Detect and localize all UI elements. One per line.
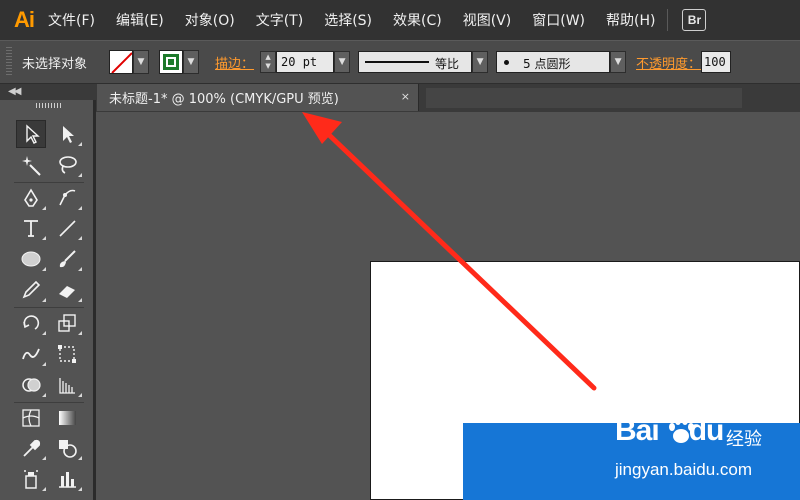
stroke-color-icon [163, 54, 180, 70]
menu-bar: Ai 文件(F) 编辑(E) 对象(O) 文字(T) 选择(S) 效果(C) 视… [0, 0, 800, 40]
menu-object[interactable]: 对象(O) [185, 10, 235, 30]
bridge-button[interactable]: Br [682, 9, 707, 31]
pencil-tool-icon[interactable] [16, 276, 46, 304]
menu-file[interactable]: 文件(F) [48, 10, 95, 30]
type-tool-icon[interactable] [16, 214, 46, 242]
tools-divider [14, 307, 84, 308]
stroke-label[interactable]: 描边： [215, 53, 254, 72]
stroke-weight-stepper[interactable]: ▲ ▼ [260, 51, 277, 73]
fill-swatch[interactable] [109, 50, 134, 74]
profile-label: 等比 [435, 57, 460, 71]
brush-definition[interactable]: 5 点圆形 [496, 51, 611, 73]
fill-dropdown-arrow[interactable]: ▼ [133, 50, 150, 74]
eyedropper-tool-icon[interactable] [16, 434, 46, 462]
line-profile-icon [365, 61, 430, 63]
opacity-field[interactable]: 100 [701, 51, 732, 73]
rotate-tool-icon[interactable] [16, 309, 46, 337]
menu-window[interactable]: 窗口(W) [532, 10, 585, 30]
mesh-tool-icon[interactable] [16, 404, 46, 432]
opacity-label[interactable]: 不透明度： [636, 53, 701, 72]
menu-select[interactable]: 选择(S) [324, 10, 372, 30]
column-graph-tool-icon[interactable] [52, 465, 82, 493]
brush-dropdown[interactable]: ▼ [610, 51, 627, 73]
none-fill-icon [111, 52, 133, 73]
warp-tool-icon[interactable] [16, 340, 46, 368]
app-logo: Ai [14, 7, 35, 32]
tools-divider [14, 402, 84, 403]
pen-tool-icon[interactable] [16, 184, 46, 212]
stroke-weight-field[interactable]: 20 pt [276, 51, 335, 73]
symbol-sprayer-tool-icon[interactable] [16, 465, 46, 493]
document-tab[interactable]: 未标题-1* @ 100% (CMYK/GPU 预览) × [97, 84, 419, 111]
menu-list: 文件(F) 编辑(E) 对象(O) 文字(T) 选择(S) 效果(C) 视图(V… [48, 0, 661, 40]
shape-builder-tool-icon[interactable] [16, 371, 46, 399]
paintbrush-tool-icon[interactable] [52, 245, 82, 273]
menu-help[interactable]: 帮助(H) [606, 10, 655, 30]
menu-effect[interactable]: 效果(C) [393, 10, 442, 30]
jingyan-label: 经验 [726, 429, 762, 450]
tools-panel-grip[interactable] [36, 103, 62, 108]
tools-divider [14, 182, 84, 183]
document-tab-title: 未标题-1* @ 100% (CMYK/GPU 预览) [109, 92, 339, 107]
profile-dropdown[interactable]: ▼ [472, 51, 489, 73]
free-transform-tool-icon[interactable] [52, 340, 82, 368]
lasso-tool-icon[interactable] [52, 151, 82, 179]
selection-tool-icon[interactable] [16, 120, 46, 148]
stroke-dropdown-arrow[interactable]: ▼ [183, 50, 200, 74]
tools-panel [0, 100, 96, 500]
baidu-jingyan-watermark: Bai du 经验 jingyan.baidu.com [615, 412, 800, 500]
collapse-panel-icon[interactable]: ◀◀ [8, 86, 21, 97]
perspective-grid-tool-icon[interactable] [52, 371, 82, 399]
direct-selection-tool-icon[interactable] [52, 120, 82, 148]
menu-type[interactable]: 文字(T) [256, 10, 303, 30]
stroke-swatch[interactable] [159, 50, 184, 74]
curvature-tool-icon[interactable] [52, 184, 82, 212]
variable-width-profile[interactable]: 等比 [358, 51, 473, 73]
menu-edit[interactable]: 编辑(E) [116, 10, 164, 30]
control-bar: 未选择对象 ▼ ▼ 描边： ▲ ▼ 20 pt ▼ 等比 ▼ 5 点圆形 ▼ 不… [0, 40, 800, 84]
blend-tool-icon[interactable] [52, 434, 82, 462]
tab-strip-filler [426, 88, 742, 108]
brush-label: 5 点圆形 [523, 57, 571, 71]
menu-divider [667, 9, 669, 31]
selection-status: 未选择对象 [22, 56, 88, 72]
menu-view[interactable]: 视图(V) [463, 10, 512, 30]
brush-dot-icon [504, 60, 510, 65]
line-segment-tool-icon[interactable] [52, 214, 82, 242]
control-bar-grip[interactable] [6, 47, 12, 77]
stroke-weight-dropdown[interactable]: ▼ [334, 51, 351, 73]
gradient-tool-icon[interactable] [52, 404, 82, 432]
paw-icon [669, 417, 694, 443]
scale-tool-icon[interactable] [52, 309, 82, 337]
chevron-up-icon: ▲ [265, 53, 271, 61]
watermark-url: jingyan.baidu.com [615, 460, 753, 479]
chevron-down-icon: ▼ [265, 62, 271, 70]
eraser-tool-icon[interactable] [52, 276, 82, 304]
ellipse-tool-icon[interactable] [16, 245, 46, 273]
magic-wand-tool-icon[interactable] [16, 151, 46, 179]
close-icon[interactable]: × [401, 90, 410, 103]
